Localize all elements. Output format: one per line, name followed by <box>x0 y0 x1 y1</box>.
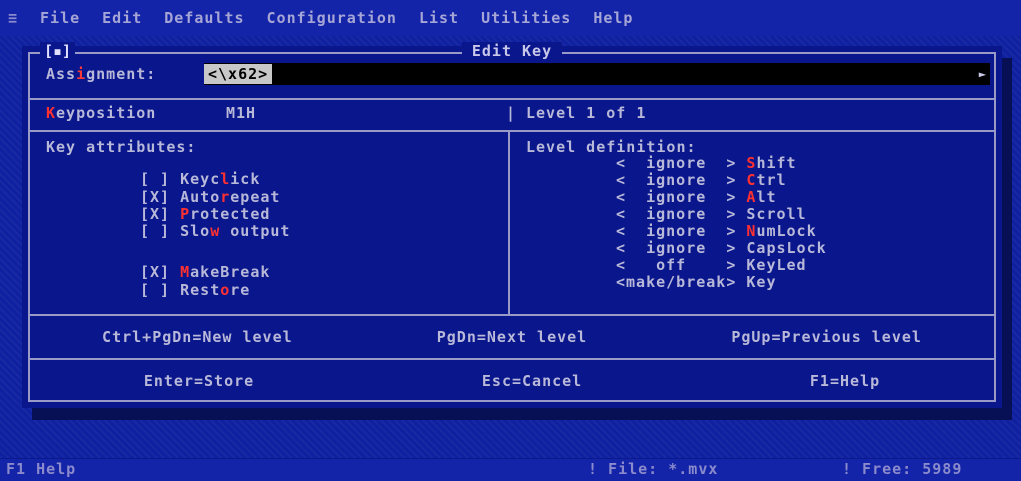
menu-file[interactable]: File <box>40 9 80 27</box>
dialog-title: Edit Key <box>461 42 563 64</box>
level-definition-row[interactable]: < ignore > CapsLock <box>616 239 827 257</box>
attribute-item[interactable]: [X] MakeBreak <box>140 263 270 281</box>
column-divider <box>508 132 510 314</box>
attribute-item[interactable]: [ ] Slow output <box>140 222 290 240</box>
menu-configuration[interactable]: Configuration <box>267 9 397 27</box>
edit-key-dialog: [▪] Edit Key Assignment: <\x62> ► Keypos… <box>22 42 1002 408</box>
level-definition-row[interactable]: < ignore > Shift <box>616 154 797 172</box>
menu-bar: ≡ File Edit Defaults Configuration List … <box>0 0 1021 36</box>
menu-help[interactable]: Help <box>593 9 633 27</box>
level-definition-row[interactable]: < ignore > Scroll <box>616 205 807 223</box>
cancel-hint[interactable]: Esc=Cancel <box>482 372 582 390</box>
attribute-item[interactable]: [ ] Restore <box>140 281 250 299</box>
assignment-value: <\x62> <box>204 64 273 84</box>
footer-level-nav: Ctrl+PgDn=New level PgDn=Next level PgUp… <box>30 318 994 356</box>
keyposition-value: M1H <box>226 104 257 122</box>
new-level-hint[interactable]: Ctrl+PgDn=New level <box>102 328 293 346</box>
level-definition-row[interactable]: <make/break> Key <box>616 273 777 291</box>
dialog-frame: [▪] Edit Key Assignment: <\x62> ► Keypos… <box>28 42 996 402</box>
status-bar: F1 Help ! File: *.mvx ! Free: 5989 <box>0 459 1021 481</box>
level-definition-row[interactable]: < ignore > NumLock <box>616 222 817 240</box>
attribute-item[interactable]: [ ] Keyclick <box>140 170 260 188</box>
menu-list[interactable]: List <box>419 9 459 27</box>
assignment-input[interactable]: <\x62> ► <box>204 63 990 85</box>
divider <box>30 130 994 132</box>
keyposition-label: Keyposition <box>46 104 157 122</box>
help-hint[interactable]: F1=Help <box>810 372 880 390</box>
status-free: ! Free: 5989 <box>842 460 963 478</box>
status-help[interactable]: F1 Help <box>6 460 76 478</box>
level-definition-row[interactable]: < ignore > Alt <box>616 188 777 206</box>
menu-defaults[interactable]: Defaults <box>164 9 244 27</box>
key-attributes-heading: Key attributes: <box>46 138 197 156</box>
level-definition-row[interactable]: < ignore > Ctrl <box>616 171 787 189</box>
level-indicator-text: Level 1 of 1 <box>526 104 647 122</box>
divider <box>30 358 994 360</box>
level-definition-row[interactable]: < off > KeyLed <box>616 256 807 274</box>
footer-actions: Enter=Store Esc=Cancel F1=Help <box>30 362 994 400</box>
next-level-hint[interactable]: PgDn=Next level <box>437 328 587 346</box>
menu-edit[interactable]: Edit <box>102 9 142 27</box>
scroll-right-arrow-icon[interactable]: ► <box>979 67 986 81</box>
attribute-item[interactable]: [X] Autorepeat <box>140 188 280 206</box>
attribute-item[interactable]: [X] Protected <box>140 205 270 223</box>
divider <box>30 98 994 100</box>
divider <box>30 314 994 316</box>
assignment-label: Assignment: <box>46 65 157 83</box>
store-hint[interactable]: Enter=Store <box>144 372 254 390</box>
assignment-row: Assignment: <\x62> ► <box>34 62 990 86</box>
status-file: ! File: *.mvx <box>588 460 719 478</box>
previous-level-hint[interactable]: PgUp=Previous level <box>731 328 922 346</box>
menu-utilities[interactable]: Utilities <box>481 9 571 27</box>
level-indicator: | <box>506 104 517 122</box>
system-menu-icon[interactable]: ≡ <box>8 9 18 27</box>
